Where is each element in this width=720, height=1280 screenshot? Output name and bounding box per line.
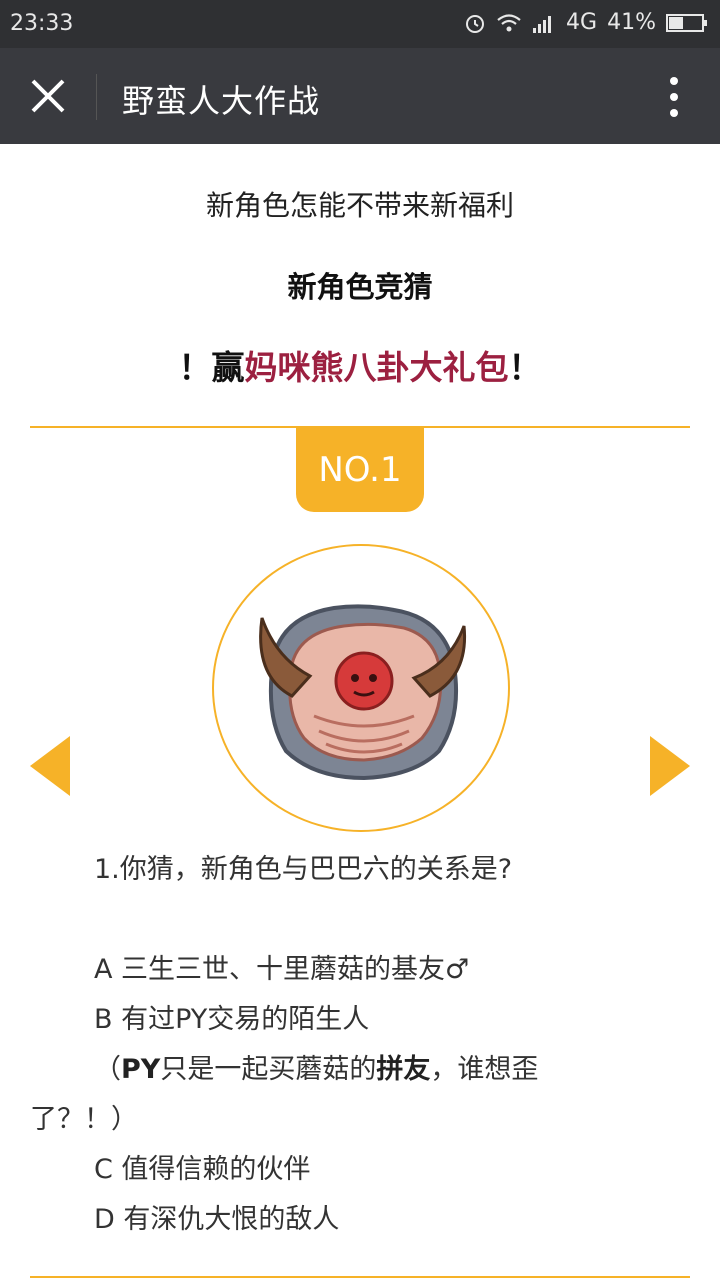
- intro-line: 新角色怎能不带来新福利: [205, 189, 514, 222]
- option-b: B 有过PY交易的陌生人: [94, 1004, 370, 1035]
- alarm-icon: [466, 14, 485, 33]
- battery-percent: 41%: [607, 10, 656, 35]
- next-arrow-button[interactable]: [650, 736, 690, 796]
- network-type: 4G: [566, 10, 598, 35]
- option-a: A 三生三世、十里蘑菇的基友♂: [94, 954, 470, 985]
- question-text: 1.你猜，新角色与巴巴六的关系是?: [94, 854, 513, 885]
- previous-arrow-button[interactable]: [30, 736, 70, 796]
- note-mid: 只是一起买蘑菇的: [160, 1054, 377, 1085]
- note-end: ，谁想歪: [430, 1054, 539, 1085]
- option-b-note: （PY只是一起买蘑菇的拼友，谁想歪: [94, 1050, 538, 1090]
- status-bar: 23:33 4G 41%: [0, 0, 720, 48]
- close-icon[interactable]: [28, 76, 68, 116]
- prize-prefix: ！赢: [178, 348, 245, 387]
- navigation-bar: 野蛮人大作战: [0, 48, 720, 144]
- prize-suffix: ！: [508, 348, 542, 387]
- wifi-icon: [497, 13, 521, 31]
- character-image: [259, 604, 467, 781]
- page-title: 野蛮人大作战: [122, 82, 321, 120]
- prize-line: ！赢妈咪熊八卦大礼包！: [0, 341, 720, 389]
- option-d: D 有深仇大恨的敌人: [94, 1204, 340, 1235]
- article-content: 新角色怎能不带来新福利 新角色竞猜 ！赢妈咪熊八卦大礼包！ NO.1 1.你猜，…: [0, 144, 720, 1280]
- bottom-divider: [30, 1276, 690, 1278]
- status-time: 23:33: [10, 11, 74, 36]
- intro-heading: 新角色竞猜: [287, 270, 433, 304]
- note-bold: 拼友: [376, 1054, 431, 1085]
- question-number-badge: NO.1: [296, 428, 424, 512]
- option-c: C 值得信赖的伙伴: [94, 1154, 311, 1185]
- signal-icon: [533, 15, 552, 33]
- battery-icon: [666, 13, 707, 32]
- status-icons: 4G 41%: [464, 10, 708, 35]
- more-options-icon[interactable]: [664, 76, 684, 118]
- note-open: （: [94, 1054, 121, 1085]
- character-frame: [212, 544, 510, 832]
- nav-divider: [96, 74, 97, 120]
- option-b-note-line2: 了？！）: [30, 1104, 138, 1135]
- note-py: PY: [121, 1054, 161, 1085]
- prize-name: 妈咪熊八卦大礼包: [244, 348, 509, 387]
